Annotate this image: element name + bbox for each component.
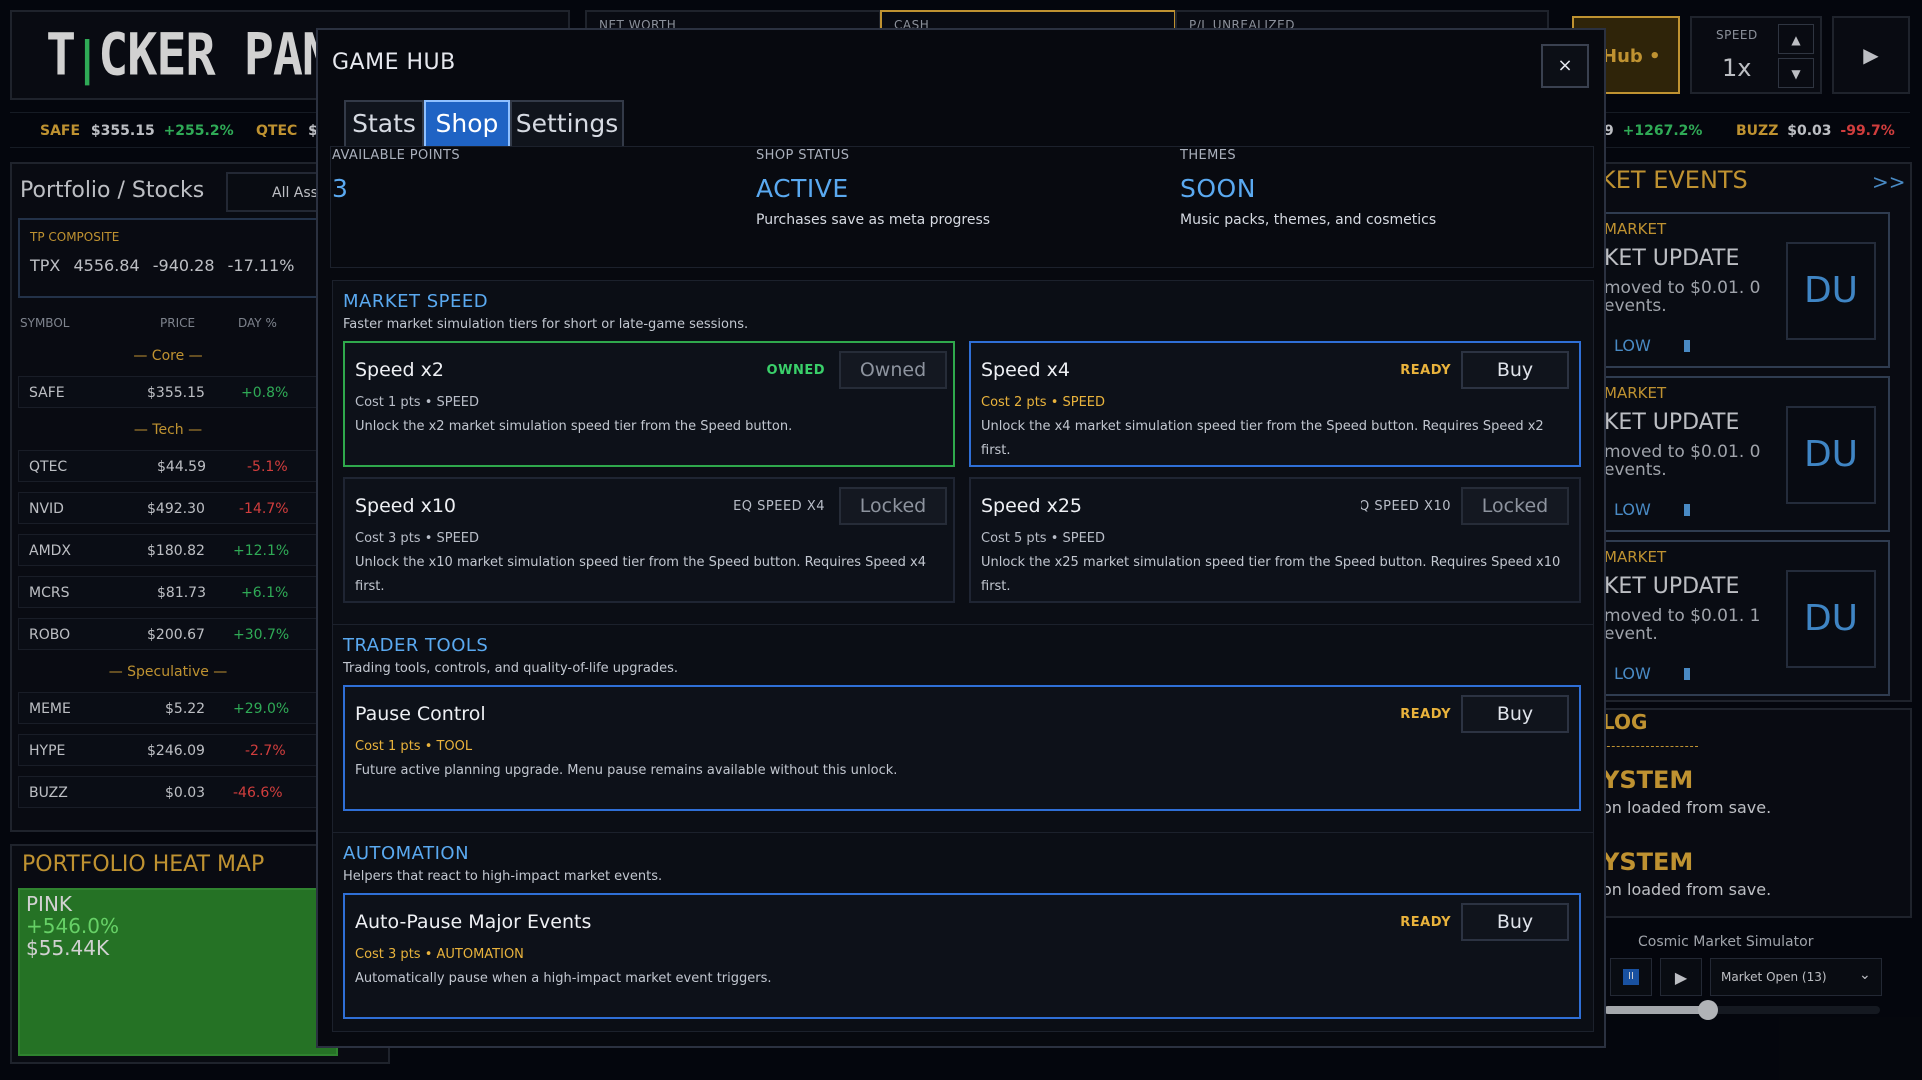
info-value-themes: SOON xyxy=(1180,174,1256,203)
card-meta: Cost 1 pts • SPEED xyxy=(355,395,480,410)
card-name: Speed x10 xyxy=(355,495,457,517)
section-automation: AUTOMATION Helpers that react to high-im… xyxy=(332,832,1594,1032)
tab-stats[interactable]: Stats xyxy=(344,100,424,148)
info-label-status: SHOP STATUS xyxy=(756,148,850,163)
game-hub-modal: GAME HUB × Stats Shop Settings AVAILABLE… xyxy=(316,28,1606,1048)
card-desc: Unlock the x25 market simulation speed t… xyxy=(981,555,1561,594)
shop-card-speed-x2: Speed x2 OWNED Owned Cost 1 pts • SPEED … xyxy=(343,341,955,467)
card-meta: Cost 2 pts • SPEED xyxy=(981,395,1106,410)
info-value-status: ACTIVE xyxy=(756,174,849,203)
modal-title: GAME HUB xyxy=(332,50,456,75)
card-desc: Unlock the x2 market simulation speed ti… xyxy=(355,419,793,434)
shop-card-auto-pause: Auto-Pause Major Events READY Buy Cost 3… xyxy=(343,893,1581,1019)
card-meta: Cost 1 pts • TOOL xyxy=(355,739,473,754)
locked-button[interactable]: Locked xyxy=(1461,487,1569,525)
locked-button[interactable]: Locked xyxy=(839,487,947,525)
section-market-speed: MARKET SPEED Faster market simulation ti… xyxy=(332,280,1594,632)
card-meta: Cost 3 pts • SPEED xyxy=(355,531,480,546)
card-name: Auto-Pause Major Events xyxy=(355,911,592,933)
buy-button[interactable]: Buy xyxy=(1461,903,1569,941)
section-title: MARKET SPEED xyxy=(343,291,489,312)
section-desc: Helpers that react to high-impact market… xyxy=(343,869,663,884)
shop-info-strip xyxy=(330,146,1594,268)
card-name: Speed x4 xyxy=(981,359,1070,381)
tab-settings[interactable]: Settings xyxy=(510,100,624,148)
close-icon: × xyxy=(1557,55,1573,76)
shop-card-speed-x10: Speed x10 REQ SPEED X4 Locked Cost 3 pts… xyxy=(343,477,955,603)
tab-label: Shop xyxy=(435,109,499,138)
card-status: READY xyxy=(1400,707,1451,722)
card-status: READY xyxy=(1400,363,1451,378)
card-status: OWNED xyxy=(766,363,825,378)
close-button[interactable]: × xyxy=(1541,44,1589,88)
card-name: Speed x2 xyxy=(355,359,444,381)
tab-label: Settings xyxy=(515,109,619,138)
card-desc: Unlock the x10 market simulation speed t… xyxy=(355,555,926,594)
section-trader-tools: TRADER TOOLS Trading tools, controls, an… xyxy=(332,624,1594,836)
buy-button[interactable]: Buy xyxy=(1461,695,1569,733)
info-value-points: 3 xyxy=(332,174,349,203)
tab-label: Stats xyxy=(352,109,416,138)
section-desc: Trading tools, controls, and quality-of-… xyxy=(343,661,678,676)
card-meta: Cost 5 pts • SPEED xyxy=(981,531,1106,546)
section-title: AUTOMATION xyxy=(343,843,470,864)
section-title: TRADER TOOLS xyxy=(343,635,489,656)
buy-button[interactable]: Buy xyxy=(1461,351,1569,389)
info-desc-status: Purchases save as meta progress xyxy=(756,212,991,228)
card-desc: Unlock the x4 market simulation speed ti… xyxy=(981,419,1544,458)
tab-shop[interactable]: Shop xyxy=(424,100,510,148)
card-status: REQ SPEED X4 xyxy=(733,499,825,514)
owned-button[interactable]: Owned xyxy=(839,351,947,389)
card-meta: Cost 3 pts • AUTOMATION xyxy=(355,947,524,962)
card-desc: Future active planning upgrade. Menu pau… xyxy=(355,763,898,778)
card-status: REQ SPEED X10 xyxy=(1361,499,1451,514)
card-desc: Automatically pause when a high-impact m… xyxy=(355,971,772,986)
shop-card-speed-x25: Speed x25 REQ SPEED X10 Locked Cost 5 pt… xyxy=(969,477,1581,603)
shop-card-pause-control: Pause Control READY Buy Cost 1 pts • TOO… xyxy=(343,685,1581,811)
card-name: Speed x25 xyxy=(981,495,1083,517)
info-label-points: AVAILABLE POINTS xyxy=(332,148,461,163)
card-name: Pause Control xyxy=(355,703,486,725)
info-desc-themes: Music packs, themes, and cosmetics xyxy=(1180,212,1437,228)
info-label-themes: THEMES xyxy=(1180,148,1237,163)
section-desc: Faster market simulation tiers for short… xyxy=(343,317,749,332)
card-status: READY xyxy=(1400,915,1451,930)
shop-card-speed-x4: Speed x4 READY Buy Cost 2 pts • SPEED Un… xyxy=(969,341,1581,467)
